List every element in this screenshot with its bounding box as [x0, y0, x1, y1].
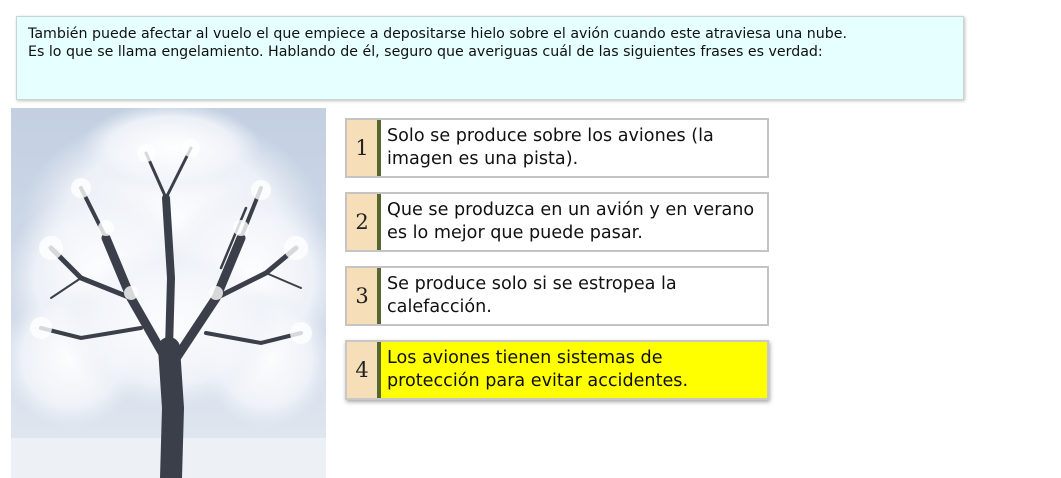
option-number: 3 [347, 268, 381, 324]
quiz-page: También puede afectar al vuelo el que em… [0, 0, 1061, 478]
answer-options: 1 Solo se produce sobre los aviones (la … [345, 118, 769, 414]
question-line-2: Es lo que se llama engelamiento. Habland… [28, 44, 823, 60]
option-number: 2 [347, 194, 381, 250]
question-line-1: También puede afectar al vuelo el que em… [28, 26, 848, 42]
option-text: Se produce solo si se estropea la calefa… [387, 274, 677, 317]
answer-option-3[interactable]: 3 Se produce solo si se estropea la cale… [345, 266, 769, 326]
answer-option-2[interactable]: 2 Que se produzca en un avión y en veran… [345, 192, 769, 252]
option-number: 1 [347, 120, 381, 176]
option-text: Los aviones tienen sistemas de protecció… [381, 342, 767, 398]
option-text: Solo se produce sobre los aviones (la im… [387, 126, 714, 169]
question-text-box: También puede afectar al vuelo el que em… [16, 16, 964, 100]
option-number: 4 [347, 342, 381, 398]
answer-option-1[interactable]: 1 Solo se produce sobre los aviones (la … [345, 118, 769, 178]
answer-option-4[interactable]: 4 Los aviones tienen sistemas de protecc… [345, 340, 769, 400]
frost-tree-image [11, 108, 326, 478]
option-text: Que se produzca en un avión y en verano … [387, 200, 755, 243]
